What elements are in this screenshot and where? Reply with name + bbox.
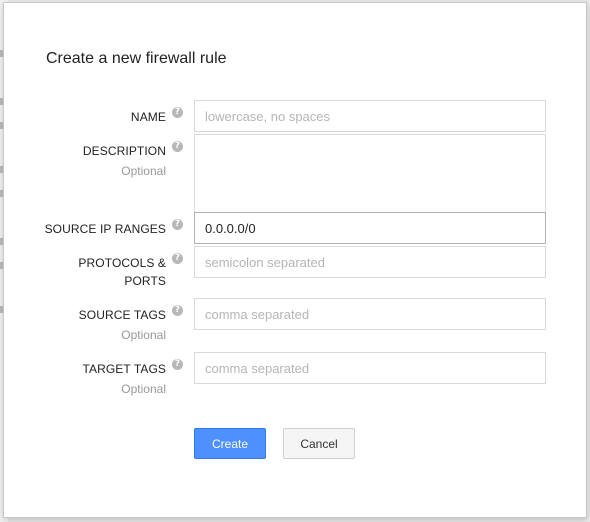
- protocols-label-line2: PORTS: [124, 274, 166, 288]
- protocols-label-line1: PROTOCOLS &: [78, 256, 166, 270]
- help-icon[interactable]: ?: [172, 305, 183, 316]
- source-tags-optional: Optional: [121, 328, 166, 342]
- source-tags-label-block: SOURCE TAGS Optional: [79, 306, 166, 344]
- target-tags-label-block: TARGET TAGS Optional: [82, 360, 166, 398]
- cancel-button[interactable]: Cancel: [283, 428, 355, 459]
- description-label-block: DESCRIPTION Optional: [83, 142, 166, 180]
- description-label: DESCRIPTION: [82, 144, 166, 158]
- target-tags-label: TARGET TAGS: [82, 362, 166, 376]
- help-icon[interactable]: ?: [172, 253, 183, 264]
- source-tags-label: SOURCE TAGS: [78, 308, 166, 322]
- create-button[interactable]: Create: [194, 428, 266, 459]
- help-icon[interactable]: ?: [172, 359, 183, 370]
- help-icon[interactable]: ?: [172, 219, 183, 230]
- name-input[interactable]: [194, 100, 546, 132]
- name-label-block: NAME: [131, 108, 166, 126]
- target-tags-optional: Optional: [121, 382, 166, 396]
- source-tags-input[interactable]: [194, 298, 546, 330]
- protocols-label-block: PROTOCOLS & PORTS: [78, 254, 166, 290]
- protocols-ports-input[interactable]: [194, 246, 546, 278]
- source-ip-ranges-input[interactable]: [194, 212, 546, 244]
- description-optional: Optional: [121, 164, 166, 178]
- name-label: NAME: [130, 110, 166, 124]
- source-ip-label-block: SOURCE IP RANGES: [45, 220, 166, 238]
- firewall-rule-dialog: Create a new firewall rule NAME ? DESCRI…: [3, 2, 587, 518]
- source-ip-ranges-label: SOURCE IP RANGES: [44, 222, 166, 236]
- target-tags-input[interactable]: [194, 352, 546, 384]
- help-icon[interactable]: ?: [172, 141, 183, 152]
- help-icon[interactable]: ?: [172, 107, 183, 118]
- dialog-title: Create a new firewall rule: [46, 50, 227, 67]
- description-textarea[interactable]: [194, 134, 546, 213]
